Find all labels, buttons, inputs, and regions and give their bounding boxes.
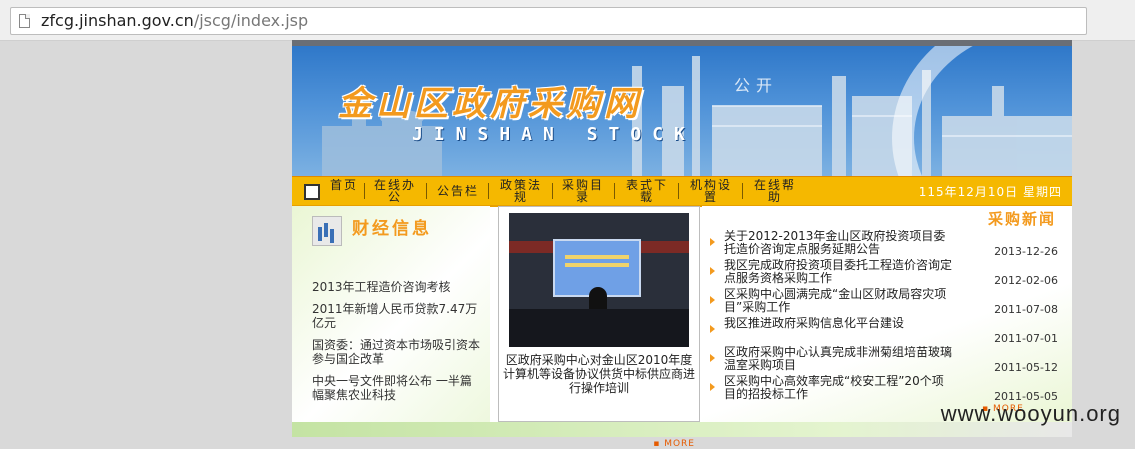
feature-photo[interactable] bbox=[509, 213, 689, 347]
finance-item[interactable]: 国资委：通过资本市场吸引资本参与国企改革 bbox=[312, 338, 482, 366]
nav-separator bbox=[488, 183, 489, 199]
news-item-title[interactable]: 我区完成政府投资项目委托工程造价咨询定点服务资格采购工作 bbox=[724, 259, 952, 285]
finance-item[interactable]: 2011年新增人民币贷款7.47万亿元 bbox=[312, 302, 482, 330]
bar-chart-icon bbox=[312, 216, 342, 246]
finance-title: 财经信息 bbox=[352, 219, 432, 239]
news-item-date: 2011-05-12 bbox=[994, 361, 1058, 374]
nav-separator bbox=[364, 183, 365, 199]
site-subtitle: JINSHAN STOCK bbox=[412, 124, 696, 145]
address-bar[interactable]: zfcg.jinshan.gov.cn/jscg/index.jsp bbox=[10, 7, 1087, 35]
news-item-title[interactable]: 区采购中心高效率完成“校安工程”20个项目的招投标工作 bbox=[724, 375, 952, 401]
browser-toolbar: zfcg.jinshan.gov.cn/jscg/index.jsp bbox=[0, 0, 1135, 41]
page-frame: 金山区政府采购网 JINSHAN STOCK 公开 首页 在线办公 公告栏 政策… bbox=[292, 40, 1072, 449]
nav-separator bbox=[614, 183, 615, 199]
nav-item-organization[interactable]: 机构设置 bbox=[686, 179, 736, 203]
finance-item[interactable]: 2013年工程造价咨询考核 bbox=[312, 280, 482, 294]
feature-panel: 区政府采购中心对金山区2010年度计算机等设备协议供货中标供应商进行操作培训 ▪… bbox=[498, 206, 700, 449]
news-item-title[interactable]: 区政府采购中心认真完成非洲菊组培苗玻璃温室采购项目 bbox=[724, 346, 952, 372]
finance-list: 2013年工程造价咨询考核 2011年新增人民币贷款7.47万亿元 国资委：通过… bbox=[312, 280, 482, 410]
banner: 金山区政府采购网 JINSHAN STOCK 公开 bbox=[292, 46, 1072, 176]
feature-more-link[interactable]: ▪ MORE bbox=[653, 439, 695, 449]
banner-swoosh bbox=[892, 46, 1072, 176]
news-item-date: 2011-07-01 bbox=[994, 332, 1058, 345]
news-item-title[interactable]: 我区推进政府采购信息化平台建设 bbox=[724, 317, 952, 330]
nav-item-help[interactable]: 在线帮助 bbox=[750, 179, 800, 203]
nav-date: 115年12月10日 星期四 bbox=[918, 185, 1062, 199]
page-icon bbox=[19, 14, 30, 28]
news-row[interactable]: 区采购中心圆满完成“金山区财政局容灾项目”采购工作 2011-07-08 bbox=[710, 288, 1066, 317]
news-row[interactable]: 区采购中心高效率完成“校安工程”20个项目的招投标工作 2011-05-05 bbox=[710, 375, 1066, 404]
news-list: 关于2012-2013年金山区政府投资项目委托造价咨询定点服务延期公告 2013… bbox=[710, 230, 1066, 404]
home-icon[interactable] bbox=[304, 184, 320, 200]
nav-separator bbox=[678, 183, 679, 199]
news-row[interactable]: 我区完成政府投资项目委托工程造价咨询定点服务资格采购工作 2012-02-06 bbox=[710, 259, 1066, 288]
site-title[interactable]: 金山区政府采购网 bbox=[338, 76, 642, 125]
main-nav: 首页 在线办公 公告栏 政策法规 采购目录 表式下载 机构设置 在线帮助 115… bbox=[292, 176, 1072, 207]
nav-item-forms[interactable]: 表式下载 bbox=[622, 179, 672, 203]
watermark: www.wooyun.org bbox=[940, 401, 1121, 426]
news-row[interactable]: 关于2012-2013年金山区政府投资项目委托造价咨询定点服务延期公告 2013… bbox=[710, 230, 1066, 259]
nav-item-online-office[interactable]: 在线办公 bbox=[370, 179, 420, 203]
photo-screen-lines bbox=[565, 255, 629, 259]
nav-item-home[interactable]: 首页 bbox=[330, 179, 358, 203]
feature-caption[interactable]: 区政府采购中心对金山区2010年度计算机等设备协议供货中标供应商进行操作培训 bbox=[503, 353, 695, 395]
news-item-title[interactable]: 关于2012-2013年金山区政府投资项目委托造价咨询定点服务延期公告 bbox=[724, 230, 952, 256]
news-row[interactable]: 区政府采购中心认真完成非洲菊组培苗玻璃温室采购项目 2011-05-12 bbox=[710, 346, 1066, 375]
photo-desk bbox=[509, 309, 689, 347]
news-item-date: 2012-02-06 bbox=[994, 274, 1058, 287]
url-text[interactable]: zfcg.jinshan.gov.cn/jscg/index.jsp bbox=[41, 11, 308, 30]
finance-item[interactable]: 中央一号文件即将公布 一半篇幅聚焦农业科技 bbox=[312, 374, 482, 402]
news-row[interactable]: 我区推进政府采购信息化平台建设 2011-07-01 bbox=[710, 317, 1066, 346]
finance-panel: 财经信息 2013年工程造价咨询考核 2011年新增人民币贷款7.47万亿元 国… bbox=[292, 206, 490, 422]
nav-item-policy[interactable]: 政策法规 bbox=[496, 179, 546, 203]
news-panel: 采购新闻 关于2012-2013年金山区政府投资项目委托造价咨询定点服务延期公告… bbox=[702, 206, 1072, 422]
url-host: zfcg.jinshan.gov.cn bbox=[41, 11, 194, 30]
news-title: 采购新闻 bbox=[987, 210, 1056, 228]
url-path: /jscg/index.jsp bbox=[193, 11, 309, 30]
nav-separator bbox=[742, 183, 743, 199]
news-item-title[interactable]: 区采购中心圆满完成“金山区财政局容灾项目”采购工作 bbox=[724, 288, 952, 314]
news-item-date: 2013-12-26 bbox=[994, 245, 1058, 258]
banner-open-word: 公开 bbox=[734, 76, 779, 95]
news-item-date: 2011-07-08 bbox=[994, 303, 1058, 316]
feature-more-label: MORE bbox=[664, 439, 695, 449]
nav-item-catalog[interactable]: 采购目录 bbox=[558, 179, 608, 203]
nav-separator bbox=[552, 183, 553, 199]
nav-separator bbox=[426, 183, 427, 199]
